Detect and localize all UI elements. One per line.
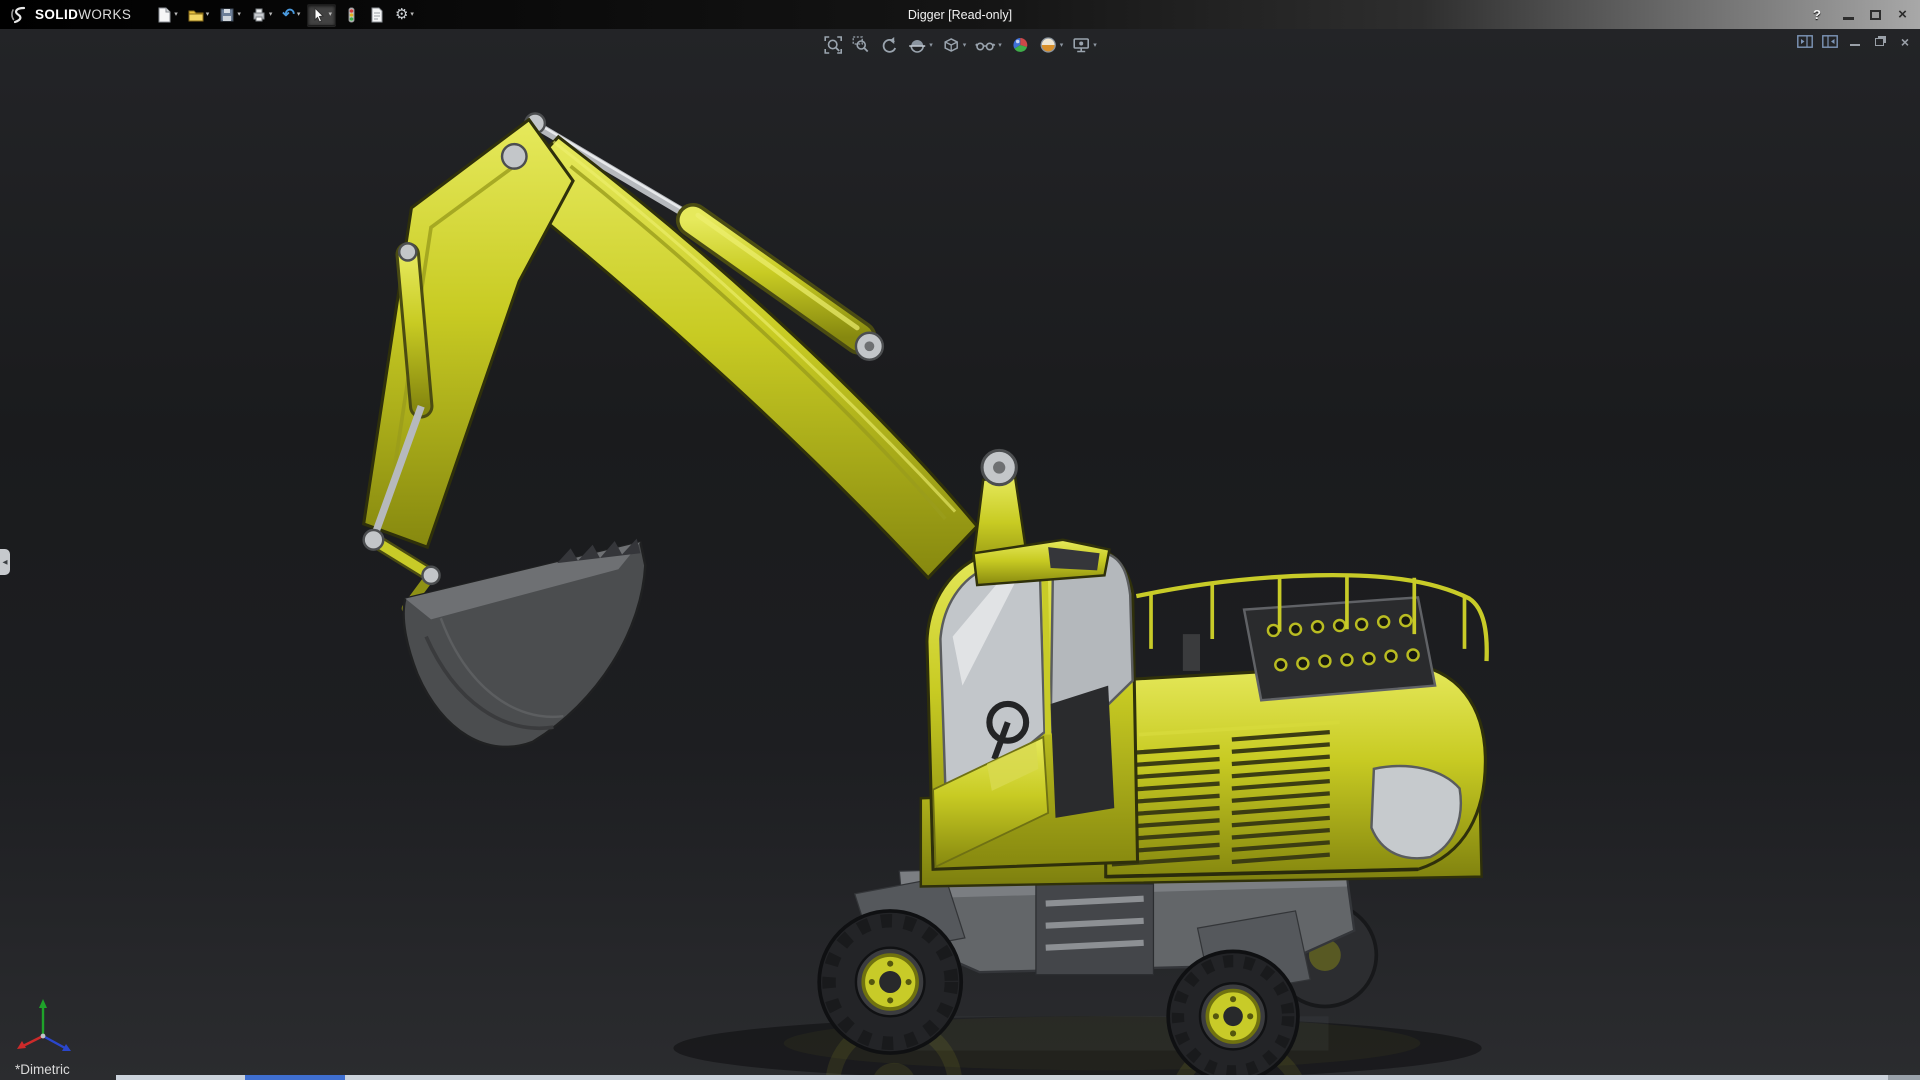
collapse-arrow-icon: ◀ [2, 559, 8, 566]
taskbar-sliver [0, 1075, 1920, 1080]
open-folder-icon [188, 10, 204, 21]
titlebar: SOLIDWORKS ▾ ▾ ▾ ▾ ↶ ▾ ▾ ⚙ ▾ Digger [Rea… [0, 0, 1920, 29]
feature-panel-collapse-handle[interactable]: ◀ [0, 549, 10, 575]
document-close-button[interactable]: × [1897, 34, 1913, 49]
app-name-bold: SOLID [35, 7, 79, 22]
appearance-ball-icon [1012, 37, 1027, 52]
glasses-icon [975, 42, 996, 51]
new-document-icon [158, 7, 171, 22]
close-icon: × [1898, 6, 1907, 23]
section-view-icon [909, 40, 926, 53]
headsup-view-toolbar: ▾ ▾ ▾ ▾ ▾ [822, 34, 1098, 56]
wheel-front-left [817, 909, 964, 1055]
maximize-button[interactable] [1868, 7, 1883, 22]
dropdown-caret-icon[interactable]: ▾ [297, 11, 301, 18]
print-icon [253, 8, 265, 21]
boom-arm [361, 112, 980, 614]
hide-show-items-button[interactable]: ▾ [973, 34, 1003, 56]
view-cube-icon [943, 38, 958, 52]
wheel-rear-right [1166, 949, 1300, 1080]
pane-split-right-button[interactable] [1822, 34, 1838, 49]
select-cursor-icon [314, 6, 325, 23]
dropdown-caret-icon[interactable]: ▾ [1060, 42, 1064, 49]
gear-icon: ⚙ [394, 6, 409, 23]
dropdown-caret-icon[interactable]: ▾ [237, 11, 241, 18]
close-button[interactable]: × [1895, 7, 1910, 22]
previous-view-button[interactable] [878, 34, 900, 56]
document-window-controls: × [1797, 34, 1913, 49]
restore-icon [1874, 37, 1884, 46]
zoom-to-fit-icon [824, 36, 843, 54]
window-controls: ? × [1809, 7, 1910, 22]
help-button[interactable]: ? [1809, 7, 1825, 22]
pane-split-right-icon [1822, 35, 1838, 48]
app-name: SOLIDWORKS [35, 7, 131, 22]
dropdown-caret-icon[interactable]: ▾ [963, 42, 967, 49]
zoom-to-area-icon [852, 36, 869, 53]
options-button[interactable]: ⚙ ▾ [392, 5, 417, 24]
dropdown-caret-icon[interactable]: ▾ [206, 11, 210, 18]
bucket [402, 538, 647, 748]
zoom-to-fit-button[interactable] [822, 34, 844, 56]
dropdown-caret-icon[interactable]: ▾ [328, 11, 332, 18]
document-restore-button[interactable] [1872, 34, 1888, 49]
file-properties-button[interactable] [366, 5, 388, 25]
floor-reflection [673, 1016, 1482, 1080]
dropdown-caret-icon[interactable]: ▾ [410, 11, 414, 18]
view-orientation-label: *Dimetric [15, 1062, 70, 1077]
document-title: Digger [Read-only] [907, 8, 1013, 22]
save-icon [220, 8, 234, 21]
view-settings-icon [1073, 38, 1090, 53]
close-icon: × [1900, 33, 1910, 50]
minimize-icon [1850, 43, 1860, 46]
undo-button[interactable]: ↶ ▾ [279, 5, 303, 24]
undo-icon: ↶ [282, 6, 295, 23]
print-button[interactable]: ▾ [248, 5, 276, 25]
scene-ball-icon [1040, 37, 1056, 53]
minimize-button[interactable] [1841, 7, 1856, 22]
edit-appearance-button[interactable] [1009, 34, 1031, 56]
rebuild-stoplight-icon [348, 7, 355, 22]
dropdown-caret-icon[interactable]: ▾ [174, 11, 178, 18]
solidworks-logo-icon [11, 6, 26, 23]
view-settings-button[interactable]: ▾ [1070, 34, 1098, 56]
orientation-triad [17, 999, 71, 1051]
pane-split-left-button[interactable] [1797, 34, 1813, 49]
file-properties-icon [371, 7, 383, 22]
select-tool-button[interactable]: ▾ [307, 3, 336, 26]
rebuild-button[interactable] [340, 5, 362, 25]
section-view-button[interactable]: ▾ [906, 34, 934, 56]
pane-split-left-icon [1797, 35, 1813, 48]
save-button[interactable]: ▾ [216, 5, 244, 25]
new-document-button[interactable]: ▾ [153, 5, 181, 25]
apply-scene-button[interactable]: ▾ [1037, 34, 1065, 56]
taskbar-blue-segment [245, 1075, 345, 1080]
standard-toolbar: ▾ ▾ ▾ ▾ ↶ ▾ ▾ ⚙ ▾ [153, 3, 417, 26]
taskbar-right-segment [1888, 1075, 1920, 1080]
dropdown-caret-icon[interactable]: ▾ [1093, 42, 1097, 49]
excavator-3d-model[interactable] [0, 29, 1920, 1080]
document-minimize-button[interactable] [1847, 34, 1863, 49]
dropdown-caret-icon[interactable]: ▾ [269, 11, 273, 18]
solidworks-logo: SOLIDWORKS [10, 6, 131, 24]
taskbar-light-segment [116, 1075, 1920, 1080]
dropdown-caret-icon[interactable]: ▾ [929, 42, 933, 49]
open-document-button[interactable]: ▾ [185, 5, 213, 25]
cab [925, 538, 1140, 871]
view-orientation-button[interactable]: ▾ [940, 34, 968, 56]
previous-view-icon [882, 37, 897, 53]
graphics-viewport[interactable]: ▾ ▾ ▾ ▾ ▾ × ◀ *Dimetric [0, 29, 1920, 1080]
maximize-icon [1870, 9, 1881, 20]
app-name-light: WORKS [78, 7, 132, 22]
minimize-icon [1843, 17, 1854, 20]
dropdown-caret-icon[interactable]: ▾ [998, 42, 1002, 49]
zoom-to-area-button[interactable] [850, 34, 872, 56]
